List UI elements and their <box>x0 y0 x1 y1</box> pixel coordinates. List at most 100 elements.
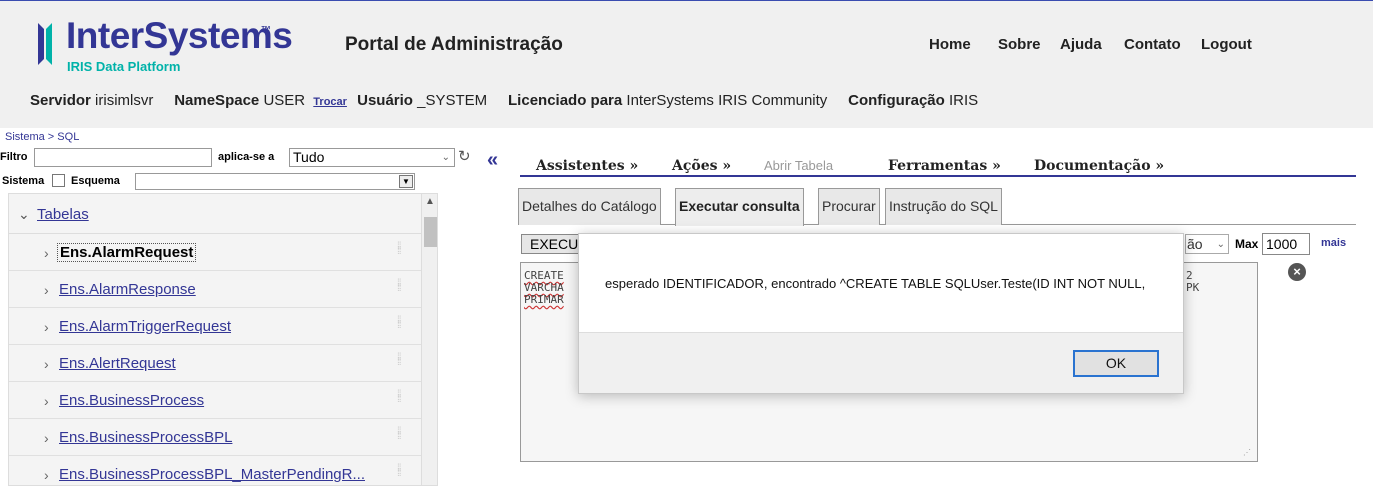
dialog-footer: OK <box>579 333 1183 393</box>
portal-title: Portal de Administração <box>345 34 563 55</box>
trocar-namespace-link[interactable]: Trocar <box>313 96 347 108</box>
configuracao-label: Configuração <box>848 92 945 109</box>
tree-item-label[interactable]: Ens.AlertRequest <box>59 355 176 372</box>
server-info-bar: Servidor irisimlsvr NameSpace USER Troca… <box>30 92 978 109</box>
tree-item-label[interactable]: Ens.BusinessProcessBPL <box>59 429 232 446</box>
max-rows-input[interactable]: 1000 <box>1262 233 1310 255</box>
clear-query-icon[interactable]: × <box>1288 263 1306 281</box>
drag-handle-icon[interactable]: ⁞⁞ ⁞⁞ <box>397 464 407 482</box>
dialog-body: esperado IDENTIFICADOR, encontrado ^CREA… <box>579 234 1183 333</box>
drag-handle-icon[interactable]: ⁞⁞ ⁞⁞ <box>397 316 407 334</box>
acoes-menu[interactable]: Ações » <box>672 158 731 174</box>
ok-button[interactable]: OK <box>1073 350 1159 377</box>
tree-item-label[interactable]: Ens.BusinessProcessBPL_MasterPendingR... <box>59 466 365 483</box>
drag-handle-icon[interactable]: ⁞⁞ ⁞⁞ <box>397 279 407 297</box>
tab-executar-consulta[interactable]: Executar consulta <box>675 188 804 226</box>
dialog-message: esperado IDENTIFICADOR, encontrado ^CREA… <box>605 276 1146 291</box>
chevron-right-icon: › <box>44 393 49 409</box>
licenciado-value: InterSystems IRIS Community <box>626 92 828 109</box>
breadcrumb-sistema[interactable]: Sistema <box>5 131 45 143</box>
logo-wordmark: InterSystems <box>66 15 293 56</box>
tree-item-label[interactable]: Ens.BusinessProcess <box>59 392 204 409</box>
display-mode-select[interactable]: ão ⌄ <box>1185 234 1229 254</box>
breadcrumb-sql: SQL <box>57 131 80 143</box>
tab-detalhes-catalogo[interactable]: Detalhes do Catálogo <box>518 188 661 225</box>
sistema-label: Sistema <box>2 175 45 187</box>
filter-row: Filtro aplica-se a Tudo ⌄ ↻ <box>0 146 471 168</box>
tab-procurar[interactable]: Procurar <box>818 188 880 225</box>
collapse-panel-icon[interactable]: « <box>487 149 498 172</box>
tree-item[interactable]: › Ens.AlarmResponse ⁞⁞ ⁞⁞ <box>9 271 421 308</box>
tree-item[interactable]: › Ens.BusinessProcessBPL_MasterPendingR.… <box>9 456 421 485</box>
mais-link[interactable]: mais <box>1321 237 1346 249</box>
chevron-down-icon: ⌄ <box>1216 239 1225 250</box>
namespace-value: USER <box>263 92 306 109</box>
tab-strip: Detalhes do Catálogo Executar consulta P… <box>518 188 1356 226</box>
aplica-se-a-label: aplica-se a <box>218 151 275 163</box>
sql-line-fragment: PK <box>1186 281 1200 294</box>
namespace-label: NameSpace <box>174 92 260 109</box>
drag-handle-icon[interactable]: ⁞⁞ ⁞⁞ <box>397 242 407 260</box>
drag-handle-icon[interactable]: ⁞⁞ ⁞⁞ <box>397 390 407 408</box>
servidor-label: Servidor <box>30 92 91 109</box>
tree-item[interactable]: › Ens.AlertRequest ⁞⁞ ⁞⁞ <box>9 345 421 382</box>
intersystems-logo[interactable]: InterSystems ™ IRIS Data Platform <box>28 13 293 75</box>
refresh-icon[interactable]: ↻ <box>458 147 471 165</box>
tree-item[interactable]: › Ens.BusinessProcessBPL ⁞⁞ ⁞⁞ <box>9 419 421 456</box>
tree-scrollbar[interactable]: ▲ <box>421 194 437 485</box>
nav-ajuda[interactable]: Ajuda <box>1060 36 1102 53</box>
dropdown-arrow-icon: ▼ <box>399 175 413 188</box>
configuracao-value: IRIS <box>949 92 979 109</box>
breadcrumb: Sistema > SQL <box>5 131 79 143</box>
action-bar: Assistentes » Ações » Abrir Tabela Ferra… <box>520 155 1356 177</box>
scrollbar-thumb[interactable] <box>424 217 437 247</box>
usuario-value: _SYSTEM <box>417 92 488 109</box>
esquema-select[interactable]: ▼ <box>135 173 415 190</box>
esquema-label: Esquema <box>71 175 120 187</box>
chevron-right-icon: › <box>44 467 49 483</box>
aplica-se-a-select[interactable]: Tudo ⌄ <box>289 148 455 167</box>
logo-trademark: ™ <box>261 25 271 36</box>
tree-item-label[interactable]: Ens.AlarmResponse <box>59 281 196 298</box>
documentacao-menu[interactable]: Documentação » <box>1034 158 1164 174</box>
chevron-down-icon: ⌄ <box>18 206 30 222</box>
error-dialog: esperado IDENTIFICADOR, encontrado ^CREA… <box>578 233 1184 394</box>
filtro-input[interactable] <box>34 148 212 167</box>
chevron-right-icon: › <box>44 319 49 335</box>
tree-item[interactable]: › Ens.AlarmTriggerRequest ⁞⁞ ⁞⁞ <box>9 308 421 345</box>
nav-logout[interactable]: Logout <box>1201 36 1252 53</box>
sql-line: PRIMAR <box>524 293 564 306</box>
usuario-label: Usuário <box>357 92 413 109</box>
intersystems-logo-mark-icon <box>38 23 52 65</box>
tree-item[interactable]: › Ens.AlarmRequest ⁞⁞ ⁞⁞ <box>9 234 421 271</box>
assistentes-menu[interactable]: Assistentes » <box>536 158 638 174</box>
tab-instrucao-sql[interactable]: Instrução do SQL <box>885 188 1002 225</box>
tree-item-label[interactable]: Ens.AlarmTriggerRequest <box>59 318 231 335</box>
drag-handle-icon[interactable]: ⁞⁞ ⁞⁞ <box>397 353 407 371</box>
chevron-right-icon: › <box>44 430 49 446</box>
ferramentas-menu[interactable]: Ferramentas » <box>888 158 1001 174</box>
tree-group-label[interactable]: Tabelas <box>37 206 89 223</box>
scroll-up-icon[interactable]: ▲ <box>425 196 435 207</box>
nav-home[interactable]: Home <box>929 36 971 53</box>
nav-contato[interactable]: Contato <box>1124 36 1181 53</box>
drag-handle-icon[interactable]: ⁞⁞ ⁞⁞ <box>397 427 407 445</box>
servidor-value: irisimlsvr <box>95 92 154 109</box>
tree-item-label[interactable]: Ens.AlarmRequest <box>57 243 197 262</box>
licenciado-label: Licenciado para <box>508 92 623 109</box>
breadcrumb-separator: > <box>44 131 58 143</box>
table-tree: ⌄ Tabelas › Ens.AlarmRequest ⁞⁞ ⁞⁞ › Ens.… <box>8 193 438 486</box>
resize-handle-icon[interactable]: ⋰ <box>1243 448 1251 457</box>
nav-sobre[interactable]: Sobre <box>998 36 1041 53</box>
logo-subtitle: IRIS Data Platform <box>67 59 181 74</box>
sistema-checkbox[interactable] <box>52 174 65 187</box>
chevron-right-icon: › <box>44 356 49 372</box>
tree-group-tabelas[interactable]: ⌄ Tabelas <box>9 194 421 234</box>
header: InterSystems ™ IRIS Data Platform Portal… <box>0 0 1373 128</box>
filtro-label: Filtro <box>0 151 28 163</box>
display-mode-value: ão <box>1187 236 1203 252</box>
abrir-tabela-button[interactable]: Abrir Tabela <box>764 158 833 173</box>
schema-row: Sistema Esquema ▼ <box>0 172 470 192</box>
aplica-se-a-value: Tudo <box>293 149 325 165</box>
tree-item[interactable]: › Ens.BusinessProcess ⁞⁞ ⁞⁞ <box>9 382 421 419</box>
